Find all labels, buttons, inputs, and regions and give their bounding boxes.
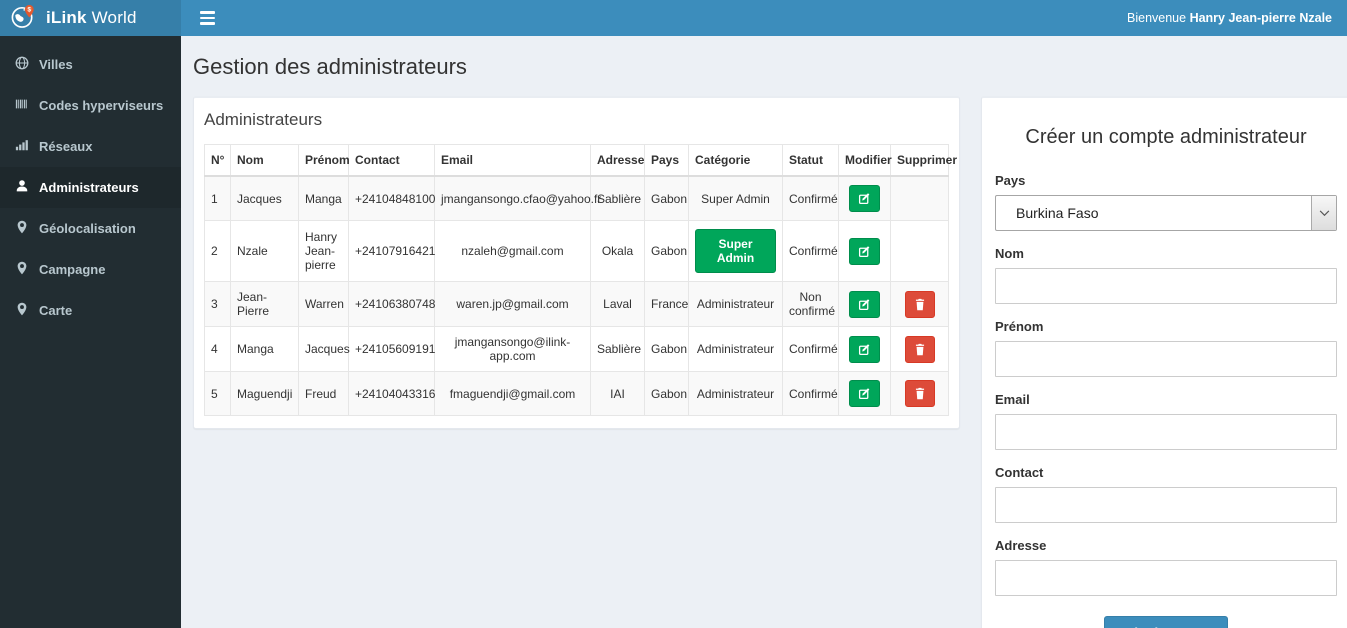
chevron-down-icon	[1311, 196, 1336, 230]
signal-bars-icon	[15, 138, 29, 155]
sidebar-item-codes-hyperviseurs[interactable]: Codes hyperviseurs	[0, 85, 181, 126]
pays-field-group: Pays Burkina Faso	[995, 173, 1337, 231]
user-icon	[15, 179, 29, 196]
globe-icon	[15, 56, 29, 73]
column-header: Adresse	[590, 144, 645, 177]
top-bar: $ iLink World Bienvenue Hanry Jean-pierr…	[0, 0, 1347, 36]
column-header: Supprimer	[890, 144, 957, 177]
contact-input[interactable]	[995, 487, 1337, 523]
table-row: 5 Maguendji Freud +24104043316 fmaguendj…	[204, 371, 949, 416]
sidebar-item-administrateurs[interactable]: Administrateurs	[0, 167, 181, 208]
create-account-button[interactable]: Créer le compte	[1103, 616, 1229, 628]
brand-name: iLink World	[46, 8, 137, 27]
email-label: Email	[995, 392, 1030, 407]
main-content: Gestion des administrateurs Administrate…	[181, 36, 1347, 628]
email-field-group: Email	[995, 392, 1337, 450]
globe-pin-logo-icon: $	[10, 2, 37, 34]
nom-label: Nom	[995, 246, 1024, 261]
delete-button[interactable]	[904, 380, 935, 407]
column-header: Prénom	[298, 144, 350, 177]
nom-input[interactable]	[995, 268, 1337, 304]
map-marker-icon	[15, 220, 29, 237]
email-input[interactable]	[995, 414, 1337, 450]
edit-button[interactable]	[849, 335, 880, 363]
sidebar-item-label: Codes hyperviseurs	[39, 98, 164, 113]
map-marker-icon	[15, 302, 29, 319]
prenom-input[interactable]	[995, 341, 1337, 377]
navbar: Bienvenue Hanry Jean-pierre Nzale	[181, 0, 1347, 36]
adresse-input[interactable]	[995, 560, 1337, 596]
administrators-panel: Administrateurs N° Nom Prénom Contact Em…	[193, 96, 960, 429]
sidebar-item-campagne[interactable]: Campagne	[0, 249, 181, 290]
table-row: 4 Manga Jacques +24105609191 jmangansong…	[204, 326, 949, 372]
sidebar-item-carte[interactable]: Carte	[0, 290, 181, 331]
column-header: Catégorie	[688, 144, 783, 177]
edit-button[interactable]	[849, 290, 880, 318]
delete-button[interactable]	[904, 335, 935, 363]
sidebar-item-villes[interactable]: Villes	[0, 44, 181, 85]
sidebar-item-label: Campagne	[39, 262, 106, 277]
column-header: Nom	[230, 144, 299, 177]
contact-label: Contact	[995, 465, 1044, 480]
column-header: N°	[204, 144, 231, 177]
adresse-field-group: Adresse	[995, 538, 1337, 596]
map-marker-icon	[15, 261, 29, 278]
sidebar-item-geolocalisation[interactable]: Géolocalisation	[0, 208, 181, 249]
sidebar-toggle-icon[interactable]	[196, 5, 219, 31]
create-admin-panel: Créer un compte administrateur Pays Burk…	[981, 96, 1347, 628]
column-header: Email	[434, 144, 591, 177]
sidebar-item-label: Administrateurs	[39, 180, 139, 195]
column-header: Statut	[782, 144, 839, 177]
table-row: 1 Jacques Manga +24104848100 jmangansong…	[204, 175, 949, 221]
pays-select[interactable]: Burkina Faso	[995, 195, 1337, 231]
prenom-label: Prénom	[995, 319, 1044, 334]
sidebar-item-label: Villes	[39, 57, 73, 72]
sidebar-item-label: Réseaux	[39, 139, 93, 154]
sidebar-menu: Villes Codes hyperviseurs Réseaux Admini…	[0, 36, 181, 331]
sidebar: Villes Codes hyperviseurs Réseaux Admini…	[0, 36, 181, 628]
page-title: Gestion des administrateurs	[193, 54, 467, 79]
column-header: Modifier	[838, 144, 892, 177]
prenom-field-group: Prénom	[995, 319, 1337, 377]
barcode-icon	[15, 97, 29, 114]
brand-logo[interactable]: $ iLink World	[0, 0, 181, 36]
administrators-table: N° Nom Prénom Contact Email Adresse Pays…	[204, 144, 957, 416]
pays-label: Pays	[995, 173, 1026, 188]
sidebar-item-label: Carte	[39, 303, 73, 318]
delete-button[interactable]	[904, 290, 935, 318]
edit-button[interactable]	[849, 237, 880, 265]
panel-title: Administrateurs	[204, 110, 323, 129]
pays-select-value: Burkina Faso	[1016, 205, 1099, 221]
table-row: 2 Nzale Hanry Jean-pierre +24107916421 n…	[204, 220, 949, 282]
super-admin-button[interactable]: Super Admin	[695, 229, 776, 273]
column-header: Pays	[644, 144, 689, 177]
svg-text:$: $	[28, 6, 32, 13]
table-row: 3 Jean-Pierre Warren +24106380748 waren.…	[204, 281, 949, 327]
nom-field-group: Nom	[995, 246, 1337, 304]
edit-button[interactable]	[849, 380, 880, 407]
column-header: Contact	[348, 144, 435, 177]
welcome-message: Bienvenue Hanry Jean-pierre Nzale	[1127, 11, 1332, 25]
adresse-label: Adresse	[995, 538, 1047, 553]
sidebar-item-label: Géolocalisation	[39, 221, 136, 236]
contact-field-group: Contact	[995, 465, 1337, 523]
form-title: Créer un compte administrateur	[1025, 126, 1307, 148]
sidebar-item-reseaux[interactable]: Réseaux	[0, 126, 181, 167]
edit-button[interactable]	[849, 185, 880, 212]
table-header-row: N° Nom Prénom Contact Email Adresse Pays…	[204, 144, 957, 177]
